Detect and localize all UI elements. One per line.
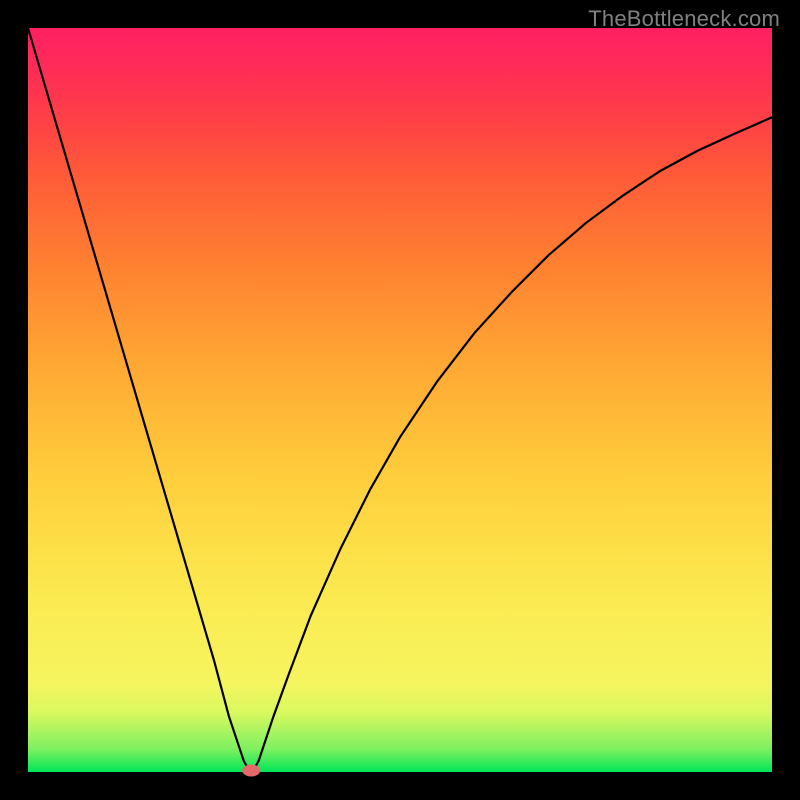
optimal-point-marker <box>242 765 260 777</box>
watermark-text: TheBottleneck.com <box>588 6 780 32</box>
bottleneck-curve <box>28 28 772 771</box>
plot-area <box>28 28 772 772</box>
chart-container: TheBottleneck.com <box>0 0 800 800</box>
bottleneck-curve-svg <box>28 28 772 772</box>
